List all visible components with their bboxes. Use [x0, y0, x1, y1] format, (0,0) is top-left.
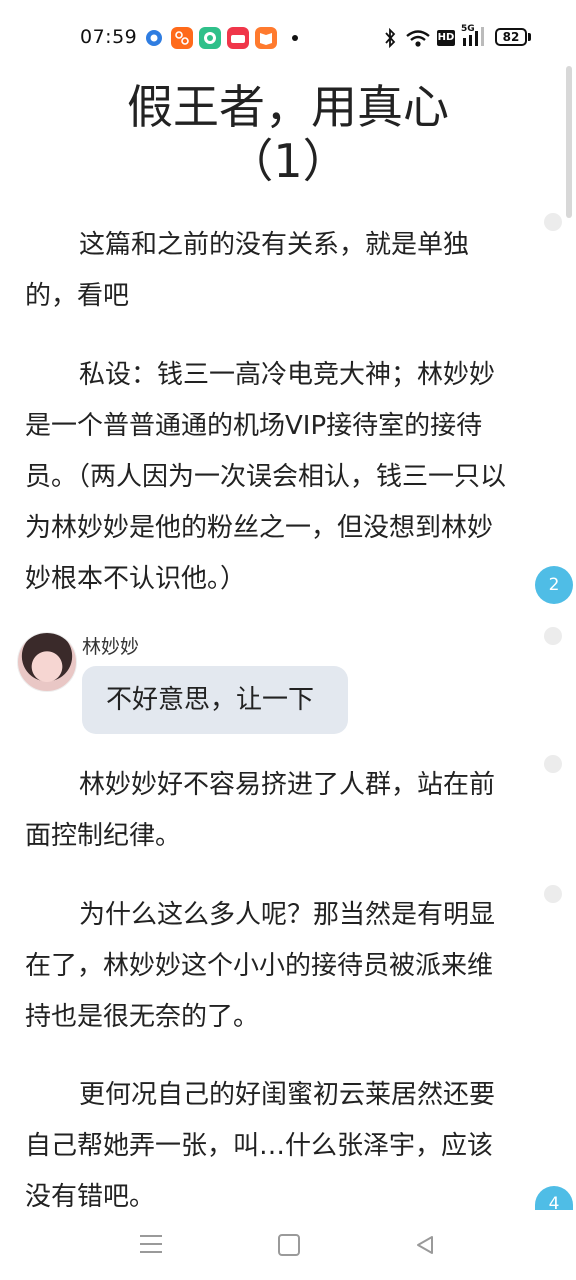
battery-tip — [528, 33, 531, 41]
title-line-1: 假王者，用真心 — [127, 80, 449, 134]
status-time: 07:59 — [80, 26, 138, 48]
navigation-bar — [0, 1210, 576, 1280]
comment-count-badge[interactable]: 4 — [535, 1186, 573, 1210]
hd-badge: HD — [437, 30, 455, 46]
paragraph-2: 私设：钱三一高冷电竞大神；林妙妙是一个普普通通的机场VIP接待室的接待员。（两人… — [25, 360, 507, 594]
paragraph-3: 林妙妙好不容易挤进了人群，站在前面控制纪律。 — [25, 770, 496, 851]
article-title: 假王者，用真心 （1） — [0, 80, 576, 188]
home-icon[interactable] — [278, 1234, 300, 1256]
network-type: 5G — [461, 24, 475, 34]
chat-sender-name: 林妙妙 — [82, 636, 140, 658]
menu-icon[interactable] — [140, 1235, 162, 1253]
bluetooth-icon — [383, 27, 397, 53]
back-icon[interactable] — [414, 1234, 436, 1260]
paragraph-4: 为什么这么多人呢？那当然是有明显在了，林妙妙这个小小的接待员被派来维持也是很无奈… — [25, 900, 496, 1032]
wifi-icon — [405, 27, 431, 53]
signal-icon: 5G — [461, 24, 489, 52]
paragraph-1: 这篇和之前的没有关系，就是单独的，看吧 — [25, 230, 470, 311]
comment-marker[interactable] — [544, 213, 562, 231]
orange-reader-icon — [255, 27, 277, 49]
status-bar: 07:59 HD 5G 82 — [0, 0, 576, 76]
comment-marker[interactable] — [544, 627, 562, 645]
comment-marker[interactable] — [544, 885, 562, 903]
comment-marker[interactable] — [544, 755, 562, 773]
more-notifications-dot — [292, 35, 298, 41]
chat-bubble: 不好意思，让一下 — [82, 666, 348, 734]
paragraph-5: 更何况自己的好闺蜜初云莱居然还要自己帮她弄一张，叫…什么张泽宇，应该没有错吧。 — [25, 1080, 496, 1212]
comment-count-badge[interactable]: 2 — [535, 566, 573, 604]
red-shopping-icon — [227, 27, 249, 49]
title-line-2: （1） — [227, 134, 349, 188]
avatar[interactable] — [17, 632, 77, 692]
browser-icon — [143, 27, 165, 49]
battery-indicator: 82 — [495, 28, 527, 46]
green-app-icon — [199, 27, 221, 49]
taobao-icon — [171, 27, 193, 49]
